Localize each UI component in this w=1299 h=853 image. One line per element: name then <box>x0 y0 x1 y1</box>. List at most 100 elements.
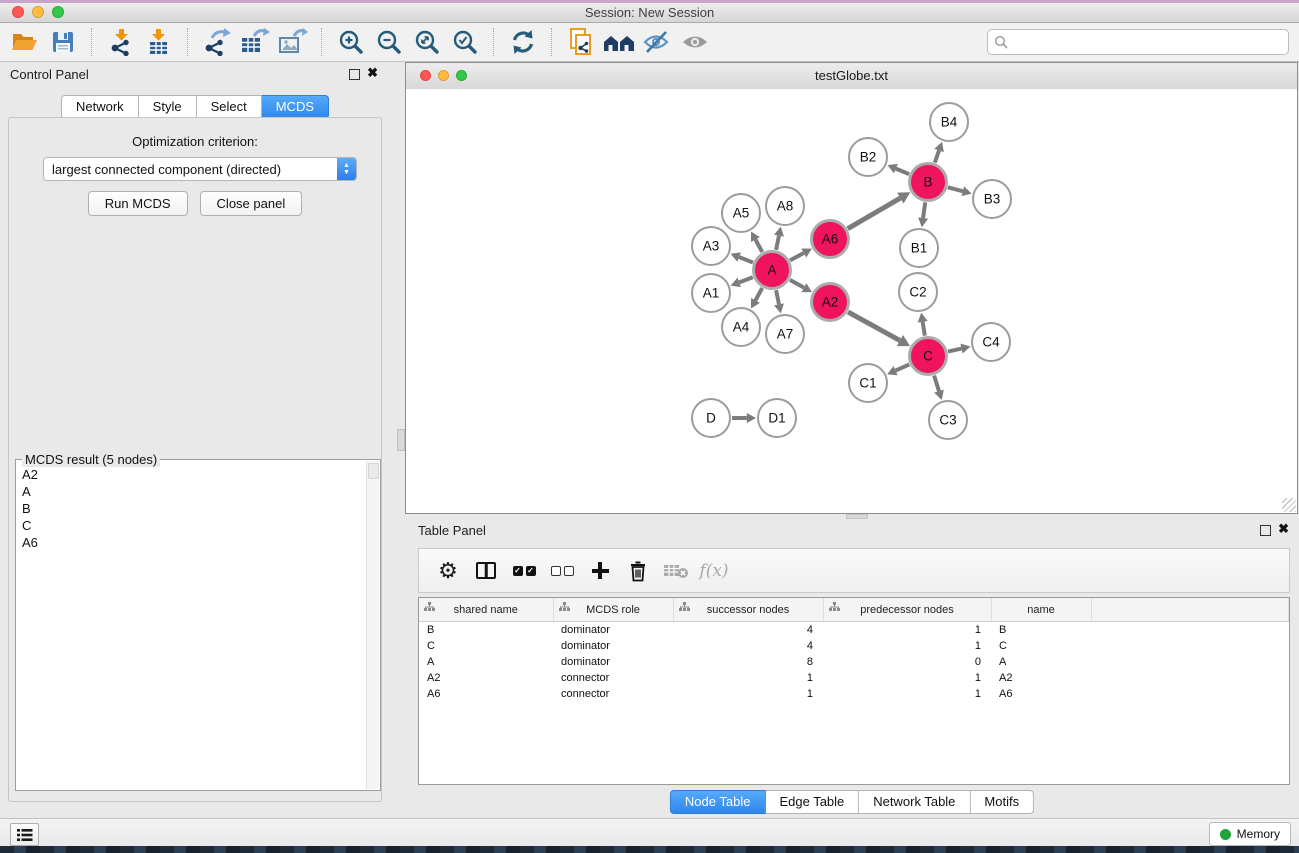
deselect-all-columns-button[interactable] <box>545 553 579 589</box>
edge-A-A7[interactable] <box>774 290 784 313</box>
zoom-selected-button[interactable] <box>449 25 481 59</box>
function-builder-button[interactable]: f(x) <box>697 553 731 589</box>
export-image-button[interactable] <box>277 25 309 59</box>
tab-edge-table[interactable]: Edge Table <box>765 790 859 814</box>
table-row[interactable]: Cdominator41C <box>419 638 1289 654</box>
node-B2[interactable]: B2 <box>849 138 887 176</box>
float-panel-icon[interactable] <box>349 69 360 80</box>
edge-C-C3[interactable] <box>934 376 944 400</box>
edge-A-A3[interactable] <box>731 252 753 262</box>
save-session-button[interactable] <box>47 25 79 59</box>
zoom-in-button[interactable] <box>335 25 367 59</box>
delete-table-button[interactable] <box>659 553 693 589</box>
close-panel-icon[interactable]: ✖ <box>1278 522 1289 536</box>
import-table-button[interactable] <box>143 25 175 59</box>
criterion-dropdown[interactable]: largest connected component (directed) ▲… <box>43 157 357 181</box>
node-C4[interactable]: C4 <box>972 323 1010 361</box>
node-C3[interactable]: C3 <box>929 401 967 439</box>
edge-B-B4[interactable] <box>934 142 944 163</box>
table-settings-button[interactable]: ⚙ <box>431 553 465 589</box>
search-input[interactable] <box>1009 34 1288 50</box>
tab-mcds[interactable]: MCDS <box>262 95 329 119</box>
edge-C-C4[interactable] <box>948 344 970 354</box>
node-A[interactable]: A <box>754 252 791 289</box>
run-mcds-button[interactable]: Run MCDS <box>88 191 188 216</box>
node-A8[interactable]: A8 <box>766 187 804 225</box>
hide-selected-button[interactable] <box>641 25 673 59</box>
node-A3[interactable]: A3 <box>692 227 730 265</box>
export-network-button[interactable] <box>201 25 233 59</box>
edge-A-A8[interactable] <box>774 227 784 250</box>
edge-C-C2[interactable] <box>918 313 928 336</box>
column-header-mcds-role[interactable]: MCDS role <box>553 598 673 622</box>
export-table-button[interactable] <box>239 25 271 59</box>
node-B1[interactable]: B1 <box>900 229 938 267</box>
table-row[interactable]: Adominator80A <box>419 654 1289 670</box>
node-C2[interactable]: C2 <box>899 273 937 311</box>
table-row[interactable]: A2connector11A2 <box>419 670 1289 686</box>
node-A1[interactable]: A1 <box>692 274 730 312</box>
edge-A-A5[interactable] <box>751 231 762 252</box>
tab-network[interactable]: Network <box>61 95 139 119</box>
refresh-layout-button[interactable] <box>507 25 539 59</box>
edge-A6-B[interactable] <box>848 192 911 228</box>
edge-A2-C[interactable] <box>848 312 910 346</box>
split-columns-button[interactable] <box>469 553 503 589</box>
network-canvas[interactable]: A5A8A3A1A4A7AA6A2BB2B4B3B1CC2C4C1C3DD1 <box>406 89 1297 513</box>
edge-A-A4[interactable] <box>751 288 762 309</box>
toolbar-search-field[interactable] <box>987 29 1289 55</box>
edge-B-B1[interactable] <box>918 202 928 227</box>
node-C[interactable]: C <box>910 338 947 375</box>
node-A2[interactable]: A2 <box>812 284 849 321</box>
select-all-columns-button[interactable]: ✓✓ <box>507 553 541 589</box>
node-B4[interactable]: B4 <box>930 103 968 141</box>
list-item[interactable]: B <box>16 500 366 517</box>
table-row[interactable]: A6connector11A6 <box>419 686 1289 702</box>
close-panel-button[interactable]: Close panel <box>200 191 303 216</box>
node-C1[interactable]: C1 <box>849 364 887 402</box>
window-resize-grip[interactable] <box>1282 498 1296 512</box>
network-from-selection-button[interactable] <box>565 25 597 59</box>
edge-B-B2[interactable] <box>887 164 909 174</box>
import-network-button[interactable] <box>105 25 137 59</box>
tab-node-table[interactable]: Node Table <box>670 790 766 814</box>
close-panel-icon[interactable]: ✖ <box>367 66 378 80</box>
open-session-button[interactable] <box>9 25 41 59</box>
node-B3[interactable]: B3 <box>973 180 1011 218</box>
tab-network-table[interactable]: Network Table <box>859 790 970 814</box>
edge-C-C1[interactable] <box>887 364 909 375</box>
node-B[interactable]: B <box>910 164 947 201</box>
column-header-shared-name[interactable]: shared name <box>419 598 553 622</box>
delete-column-button[interactable] <box>621 553 655 589</box>
zoom-out-button[interactable] <box>373 25 405 59</box>
edge-D-D1[interactable] <box>732 413 756 423</box>
tab-select[interactable]: Select <box>197 95 262 119</box>
list-item[interactable]: A6 <box>16 534 366 551</box>
show-all-networks-button[interactable] <box>603 25 635 59</box>
show-hidden-button[interactable] <box>679 25 711 59</box>
edge-A-A2[interactable] <box>790 280 812 292</box>
memory-button[interactable]: Memory <box>1209 822 1291 846</box>
column-header-predecessor-nodes[interactable]: predecessor nodes <box>823 598 991 622</box>
vertical-splitter-handle[interactable] <box>397 429 405 451</box>
list-item[interactable]: A <box>16 483 366 500</box>
node-A5[interactable]: A5 <box>722 194 760 232</box>
list-item[interactable]: A2 <box>16 466 366 483</box>
node-D[interactable]: D <box>692 399 730 437</box>
list-item[interactable]: C <box>16 517 366 534</box>
tab-motifs[interactable]: Motifs <box>970 790 1034 814</box>
tab-style[interactable]: Style <box>139 95 197 119</box>
result-scrollbar[interactable] <box>366 461 379 789</box>
node-A7[interactable]: A7 <box>766 315 804 353</box>
edge-A-A6[interactable] <box>790 249 812 261</box>
edge-A-A1[interactable] <box>731 277 753 287</box>
task-history-button[interactable] <box>10 823 39 846</box>
node-D1[interactable]: D1 <box>758 399 796 437</box>
table-row[interactable]: Bdominator41B <box>419 622 1289 639</box>
node-A6[interactable]: A6 <box>812 221 849 258</box>
edge-B-B3[interactable] <box>948 186 972 196</box>
float-panel-icon[interactable] <box>1260 525 1271 536</box>
column-header-name[interactable]: name <box>991 598 1091 622</box>
column-header-successor-nodes[interactable]: successor nodes <box>673 598 823 622</box>
zoom-fit-button[interactable] <box>411 25 443 59</box>
